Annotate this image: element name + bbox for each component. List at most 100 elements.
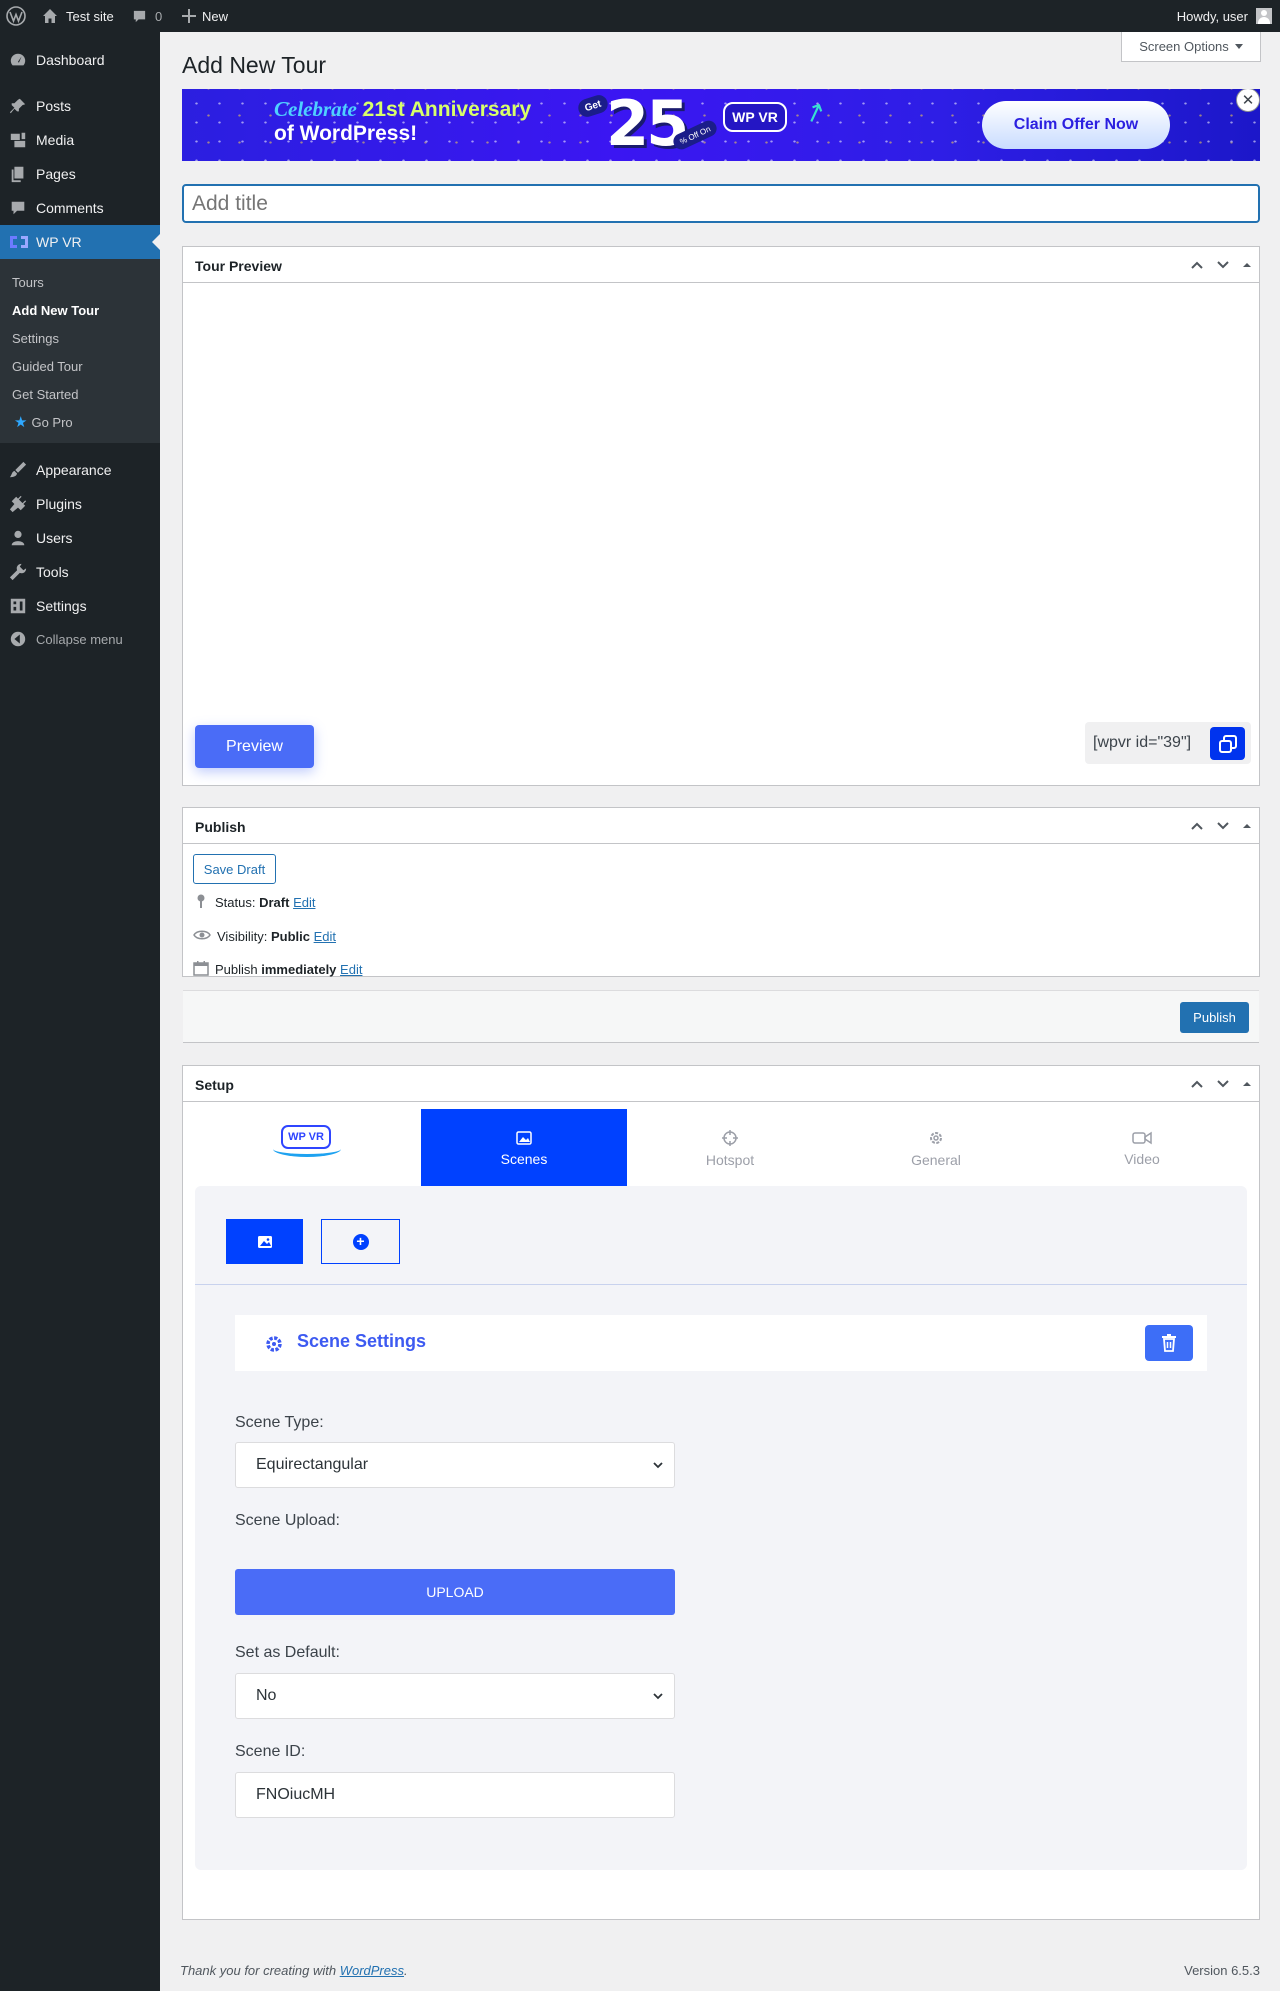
submenu-get-started[interactable]: Get Started: [12, 387, 78, 402]
menu-appearance[interactable]: Appearance: [0, 453, 160, 487]
menu-label: Posts: [36, 98, 72, 114]
menu-label: Pages: [36, 166, 76, 182]
menu-posts[interactable]: Posts: [0, 89, 160, 123]
image-icon: [516, 1131, 532, 1145]
site-name: Test site: [66, 8, 114, 24]
site-name-link[interactable]: Test site: [42, 0, 114, 32]
menu-plugins[interactable]: Plugins: [0, 487, 160, 521]
tab-general[interactable]: General: [833, 1109, 1039, 1189]
tour-preview-header: Tour Preview: [183, 247, 1259, 283]
menu-pages[interactable]: Pages: [0, 157, 160, 191]
banner-celebrate: Celebrate: [274, 97, 357, 121]
tour-preview-title: Tour Preview: [195, 258, 282, 274]
menu-label: Collapse menu: [36, 631, 123, 647]
menu-label: Media: [36, 132, 75, 148]
status-label: Status:: [215, 895, 256, 910]
publish-box: Publish Save Draft Status: Draft Edit Vi…: [182, 807, 1260, 977]
preview-button[interactable]: Preview: [195, 725, 314, 768]
add-scene-button[interactable]: +: [321, 1219, 400, 1264]
star-icon: ★: [14, 414, 28, 431]
move-down-icon[interactable]: [1215, 257, 1231, 276]
toggle-panel-icon[interactable]: [1241, 1078, 1253, 1093]
menu-tools[interactable]: Tools: [0, 555, 160, 589]
scenes-divider: [195, 1284, 1247, 1285]
scene-type-label: Scene Type:: [235, 1414, 324, 1431]
set-default-select[interactable]: No: [235, 1673, 675, 1719]
scene-settings-header: Scene Settings: [235, 1315, 1207, 1371]
submenu-tours[interactable]: Tours: [12, 275, 44, 290]
menu-settings[interactable]: Settings: [0, 589, 160, 623]
delete-scene-button[interactable]: [1145, 1325, 1193, 1361]
chevron-down-icon: [653, 1693, 663, 1700]
home-icon: [43, 9, 57, 23]
move-down-icon[interactable]: [1215, 818, 1231, 837]
comments-link[interactable]: 0: [132, 0, 162, 32]
toggle-panel-icon[interactable]: [1241, 259, 1253, 274]
post-title-input[interactable]: [182, 184, 1260, 223]
wordpress-logo-icon[interactable]: [6, 0, 28, 32]
edit-date-link[interactable]: Edit: [340, 962, 362, 977]
my-account-link[interactable]: Howdy, user: [1177, 0, 1272, 32]
settings-icon: [9, 597, 27, 615]
submenu-settings[interactable]: Settings: [12, 331, 59, 346]
move-up-icon[interactable]: [1189, 818, 1205, 837]
claim-offer-label: Claim Offer Now: [1013, 116, 1139, 133]
menu-label: Comments: [36, 200, 104, 216]
scene-type-select[interactable]: Equirectangular: [235, 1442, 675, 1488]
menu-users[interactable]: Users: [0, 521, 160, 555]
publish-header: Publish: [183, 808, 1259, 844]
save-draft-label: Save Draft: [203, 861, 266, 877]
upload-button[interactable]: UPLOAD: [235, 1569, 675, 1615]
visibility-label: Visibility:: [217, 929, 268, 944]
chevron-down-icon: [653, 1462, 663, 1469]
scene-id-value: FNOiucMH: [256, 1786, 336, 1803]
close-icon: ✕: [1241, 91, 1255, 109]
collapse-icon: [9, 630, 27, 648]
scene-id-input[interactable]: FNOiucMH: [235, 1772, 675, 1818]
new-content-link[interactable]: New: [182, 0, 228, 32]
move-up-icon[interactable]: [1189, 1076, 1205, 1095]
claim-offer-button[interactable]: Claim Offer Now: [982, 101, 1170, 149]
gear-icon: [930, 1132, 942, 1144]
wordpress-link[interactable]: WordPress: [340, 1963, 404, 1978]
upload-button-label: UPLOAD: [426, 1584, 484, 1600]
menu-label: WP VR: [36, 234, 82, 250]
scene-1-tab[interactable]: [226, 1219, 303, 1264]
tab-hotspot[interactable]: Hotspot: [627, 1109, 833, 1189]
plus-icon: [182, 9, 196, 23]
pages-icon: [9, 165, 27, 183]
edit-status-link[interactable]: Edit: [293, 895, 315, 910]
footer-thanks: Thank you for creating with WordPress.: [180, 1963, 408, 1978]
publish-button[interactable]: Publish: [1180, 1002, 1249, 1033]
publish-button-label: Publish: [1193, 1010, 1236, 1025]
banner-close-button[interactable]: ✕: [1236, 89, 1260, 112]
tab-video[interactable]: Video: [1039, 1109, 1245, 1189]
submenu-add-new-tour[interactable]: Add New Tour: [12, 303, 99, 318]
toggle-panel-icon[interactable]: [1241, 820, 1253, 835]
screen-options-button[interactable]: Screen Options: [1121, 32, 1261, 62]
go-pro-label: Go Pro: [31, 415, 73, 430]
copy-shortcode-button[interactable]: [1210, 727, 1245, 760]
wrench-icon: [9, 563, 27, 581]
move-up-icon[interactable]: [1189, 257, 1205, 276]
tab-label: Scenes: [500, 1151, 548, 1167]
menu-comments[interactable]: Comments: [0, 191, 160, 225]
setup-tabs: WP VR Scenes Hotspot General Video: [183, 1103, 1259, 1199]
menu-wpvr[interactable]: WP VR: [0, 225, 160, 259]
menu-dashboard[interactable]: Dashboard: [0, 43, 160, 77]
move-down-icon[interactable]: [1215, 1076, 1231, 1095]
schedule-row: Publish immediately Edit: [193, 960, 362, 979]
pin-icon: [9, 97, 27, 115]
menu-label: Settings: [36, 598, 87, 614]
submenu-guided-tour[interactable]: Guided Tour: [12, 359, 83, 374]
tab-scenes[interactable]: Scenes: [421, 1109, 627, 1189]
submenu-go-pro[interactable]: ★ Go Pro: [14, 415, 73, 430]
screen-options-label: Screen Options: [1139, 39, 1229, 54]
edit-visibility-link[interactable]: Edit: [314, 929, 336, 944]
plugin-icon: [9, 495, 27, 513]
scene-upload-label: Scene Upload:: [235, 1512, 340, 1529]
menu-media[interactable]: Media: [0, 123, 160, 157]
save-draft-button[interactable]: Save Draft: [193, 854, 276, 884]
visibility-row: Visibility: Public Edit: [193, 927, 336, 946]
collapse-menu-button[interactable]: Collapse menu: [0, 622, 160, 656]
